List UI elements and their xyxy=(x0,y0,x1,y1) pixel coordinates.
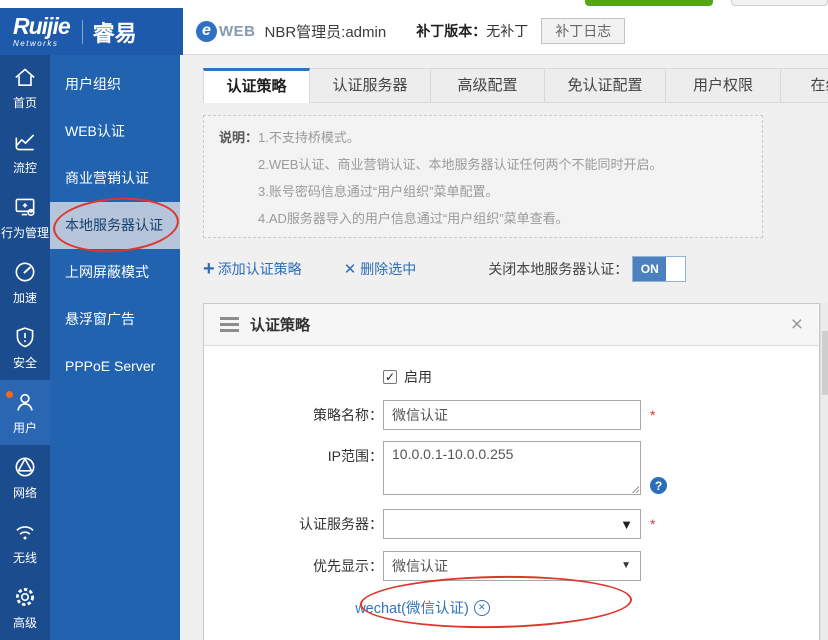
speedometer-icon xyxy=(12,259,38,285)
wechat-tag-row: wechat(微信认证) ✕ xyxy=(204,597,641,618)
priority-display-row: 优先显示： 微信认证 ▼ xyxy=(204,551,819,581)
close-icon[interactable]: × xyxy=(791,314,803,335)
notice-line: 4.AD服务器导入的用户信息通过“用户组织”菜单查看。 xyxy=(258,205,662,232)
wechat-tag-label: wechat(微信认证) xyxy=(355,597,469,618)
gray-pill xyxy=(731,0,828,6)
delete-selected-button[interactable]: ✕ 删除选中 xyxy=(344,259,417,279)
ip-range-textarea[interactable]: 10.0.0.1-10.0.0.255 xyxy=(383,441,641,495)
chevron-down-icon: ▼ xyxy=(621,561,631,571)
ruijie-logo-text: Ruijie xyxy=(13,15,70,38)
green-pill xyxy=(585,0,713,6)
admin-label: NBR管理员:admin xyxy=(265,21,387,42)
required-asterisk: * xyxy=(650,407,655,423)
plus-icon: + xyxy=(203,259,215,279)
content-area: 认证策略 认证服务器 高级配置 免认证配置 用户权限 在线用户 说明： 1.不支… xyxy=(180,55,828,640)
patch-version: 补丁版本：无补丁 xyxy=(416,21,528,41)
sidebar-item-security[interactable]: 安全 xyxy=(0,315,50,380)
local-server-auth-toggle[interactable]: ON xyxy=(632,256,686,282)
auth-server-row: 认证服务器： ▼ * xyxy=(204,509,819,539)
check-icon: ✓ xyxy=(385,371,395,383)
delete-icon: ✕ xyxy=(344,262,357,277)
shield-icon xyxy=(12,324,38,350)
action-row: + 添加认证策略 ✕ 删除选中 关闭本地服务器认证： ON xyxy=(203,255,828,283)
required-asterisk: * xyxy=(650,516,655,532)
notification-dot xyxy=(6,391,13,398)
tab-online-users[interactable]: 在线用户 xyxy=(781,68,828,103)
dialog-header: 认证策略 × xyxy=(204,304,819,346)
wifi-icon xyxy=(12,519,38,545)
auth-policy-dialog: 认证策略 × ✓ 启用 策略名称： * IP范围： 10.0.0.1-10.0.… xyxy=(203,303,820,640)
toggle-on-label: ON xyxy=(633,257,666,281)
toggle-label: 关闭本地服务器认证： xyxy=(488,259,628,279)
policy-name-label: 策略名称： xyxy=(204,405,383,425)
tab-no-auth-config[interactable]: 免认证配置 xyxy=(545,68,666,103)
ip-range-row: IP范围： 10.0.0.1-10.0.0.255 ? xyxy=(204,441,819,495)
brand-product-name: 睿易 xyxy=(93,16,137,48)
app-header: Ruijie Networks 睿易 e WEB NBR管理员:admin 补丁… xyxy=(0,8,828,55)
submenu-item-pppoe-server[interactable]: PPPoE Server xyxy=(50,343,180,390)
auth-server-label: 认证服务器： xyxy=(204,514,383,534)
tab-user-permission[interactable]: 用户权限 xyxy=(666,68,781,103)
submenu-item-block-mode[interactable]: 上网屏蔽模式 xyxy=(50,249,180,296)
submenu-item-user-org[interactable]: 用户组织 xyxy=(50,61,180,108)
auth-server-select[interactable]: ▼ xyxy=(383,509,641,539)
patch-log-button[interactable]: 补丁日志 xyxy=(541,18,625,44)
tab-auth-policy[interactable]: 认证策略 xyxy=(203,68,310,103)
notice-line: 2.WEB认证、商业营销认证、本地服务器认证任何两个不能同时开启。 xyxy=(258,151,662,178)
eweb-logo: e WEB xyxy=(196,21,256,42)
submenu-item-web-auth[interactable]: WEB认证 xyxy=(50,108,180,155)
gear-icon xyxy=(12,584,38,610)
menu-icon[interactable] xyxy=(220,317,239,332)
dialog-body: ✓ 启用 策略名称： * IP范围： 10.0.0.1-10.0.0.255 ? xyxy=(204,346,819,618)
notice-label: 说明： xyxy=(219,124,258,232)
submenu-item-marketing-auth[interactable]: 商业营销认证 xyxy=(50,155,180,202)
browser-strip xyxy=(0,0,828,8)
sidebar-item-behavior[interactable]: 行为管理 xyxy=(0,185,50,250)
policy-name-row: 策略名称： * xyxy=(204,400,819,430)
priority-display-select[interactable]: 微信认证 ▼ xyxy=(383,551,641,581)
enable-checkbox[interactable]: ✓ xyxy=(383,370,397,384)
sidebar-item-home[interactable]: 首页 xyxy=(0,55,50,120)
ip-range-label: IP范围： xyxy=(204,441,383,471)
tab-advanced-config[interactable]: 高级配置 xyxy=(431,68,545,103)
help-icon[interactable]: ? xyxy=(650,477,667,494)
sidebar-item-network[interactable]: 网络 xyxy=(0,445,50,510)
brand-logo: Ruijie Networks 睿易 xyxy=(0,8,183,55)
eweb-e-icon: e xyxy=(196,21,217,42)
submenu: 用户组织 WEB认证 商业营销认证 本地服务器认证 上网屏蔽模式 悬浮窗广告 P… xyxy=(50,55,180,640)
submenu-item-float-ad[interactable]: 悬浮窗广告 xyxy=(50,296,180,343)
sidebar-item-flow[interactable]: 流控 xyxy=(0,120,50,185)
submenu-item-local-server-auth[interactable]: 本地服务器认证 xyxy=(50,202,180,249)
chevron-down-icon: ▼ xyxy=(620,518,633,531)
sidebar-item-advanced[interactable]: 高级 xyxy=(0,575,50,640)
add-policy-button[interactable]: + 添加认证策略 xyxy=(203,259,302,279)
behavior-monitor-icon xyxy=(12,194,38,220)
sidebar-item-wireless[interactable]: 无线 xyxy=(0,510,50,575)
flow-chart-icon xyxy=(12,129,38,155)
icon-sidebar: 首页 流控 行为管理 加速 安全 用户 网络 无线 xyxy=(0,55,50,640)
network-globe-icon xyxy=(12,454,38,480)
scrollbar-thumb[interactable] xyxy=(822,331,828,395)
notice-line: 1.不支持桥模式。 xyxy=(258,124,662,151)
remove-tag-icon[interactable]: ✕ xyxy=(474,600,490,616)
header-bar: e WEB NBR管理员:admin 补丁版本：无补丁 补丁日志 xyxy=(183,8,828,55)
notice-box: 说明： 1.不支持桥模式。 2.WEB认证、商业营销认证、本地服务器认证任何两个… xyxy=(203,115,763,238)
priority-display-label: 优先显示： xyxy=(204,556,383,576)
scrollbar[interactable] xyxy=(820,303,828,640)
sidebar-item-speed[interactable]: 加速 xyxy=(0,250,50,315)
dialog-title: 认证策略 xyxy=(250,314,310,335)
enable-label: 启用 xyxy=(404,367,432,387)
brand-divider xyxy=(82,20,83,44)
tab-auth-server[interactable]: 认证服务器 xyxy=(310,68,431,103)
notice-line: 3.账号密码信息通过“用户组织”菜单配置。 xyxy=(258,178,662,205)
policy-name-input[interactable] xyxy=(383,400,641,430)
sidebar-item-user[interactable]: 用户 xyxy=(0,380,50,445)
user-icon xyxy=(12,389,38,415)
ruijie-logo-sub: Networks xyxy=(13,39,58,48)
home-icon xyxy=(12,64,38,90)
tab-bar: 认证策略 认证服务器 高级配置 免认证配置 用户权限 在线用户 xyxy=(203,68,828,103)
